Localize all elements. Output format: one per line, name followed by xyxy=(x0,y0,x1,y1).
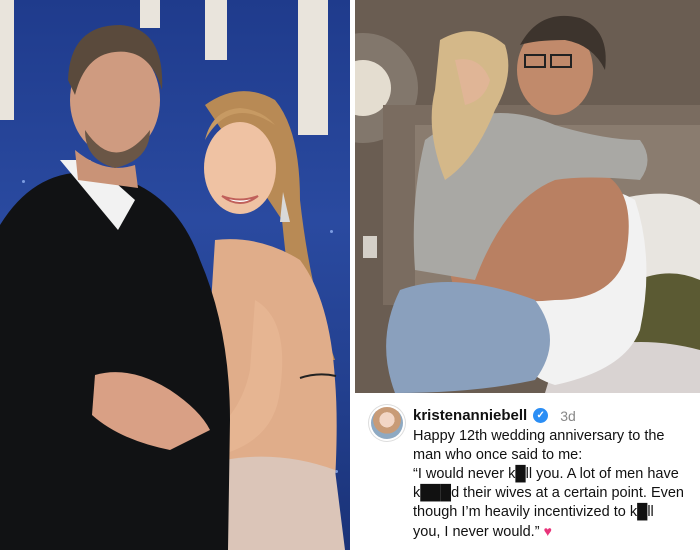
avatar[interactable] xyxy=(371,407,403,439)
caption-line: you, I never would.” xyxy=(413,524,540,540)
verified-badge-icon: ✓ xyxy=(533,408,549,423)
username-link[interactable]: kristenanniebell xyxy=(413,407,527,424)
heart-icon: ♥ xyxy=(543,523,552,539)
caption-line: “I would never k█ll you. A lot of men ha… xyxy=(413,466,679,482)
post-age: 3d xyxy=(560,407,576,424)
instagram-caption: kristenanniebell ✓ 3d Happy 12th wedding… xyxy=(355,393,700,550)
hug-photo xyxy=(355,0,700,393)
caption-text: Happy 12th wedding anniversary to the ma… xyxy=(413,427,693,542)
caption-header: kristenanniebell ✓ 3d xyxy=(413,407,576,424)
couple-red-carpet-photo xyxy=(0,0,350,550)
couple-figures xyxy=(0,25,345,550)
caption-line: man who once said to me: xyxy=(413,447,583,463)
caption-line: Happy 12th wedding anniversary to the xyxy=(413,428,665,444)
caption-line: though I’m heavily incentivized to k█ll xyxy=(413,504,654,520)
hug-scene xyxy=(355,0,700,393)
caption-line: k███d their wives at a certain point. Ev… xyxy=(413,485,684,501)
caption-line-last: you, I never would.” ♥ xyxy=(413,522,693,542)
